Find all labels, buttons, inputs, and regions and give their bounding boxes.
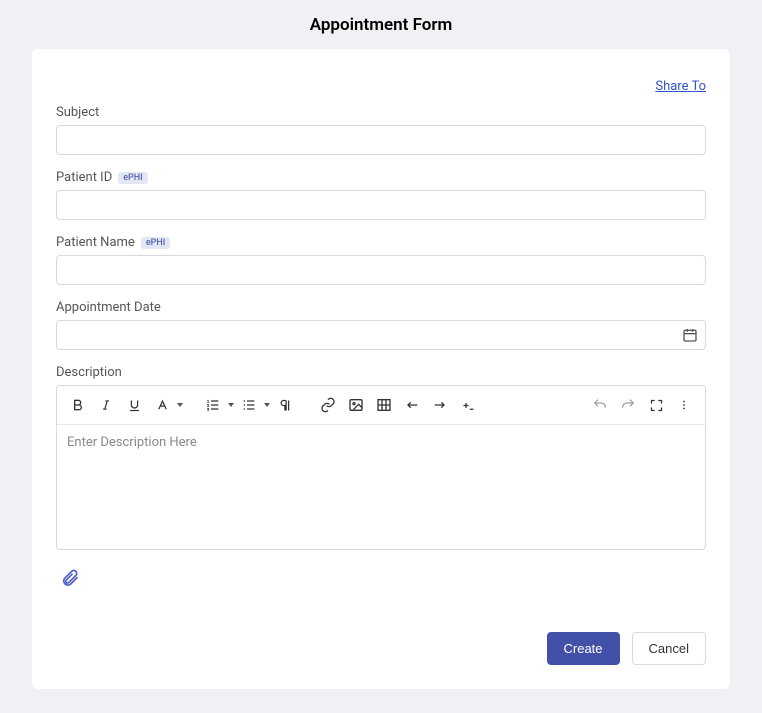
form-footer: Create Cancel — [56, 632, 706, 665]
description-group: Description — [56, 365, 706, 550]
ephi-badge: ePHI — [141, 237, 171, 249]
attachment-button[interactable] — [56, 564, 84, 592]
svg-text:3: 3 — [207, 406, 210, 411]
appointment-date-group: Appointment Date — [56, 300, 706, 350]
chevron-down-icon[interactable] — [228, 403, 234, 407]
patient-name-input[interactable] — [56, 255, 706, 285]
more-button[interactable] — [671, 392, 697, 418]
patient-name-group: Patient Name ePHI — [56, 235, 706, 285]
patient-id-input[interactable] — [56, 190, 706, 220]
table-button[interactable] — [371, 392, 397, 418]
ordered-list-button[interactable]: 123 — [200, 392, 226, 418]
page-title: Appointment Form — [0, 0, 762, 49]
subject-group: Subject — [56, 105, 706, 155]
font-button[interactable] — [149, 392, 175, 418]
create-button[interactable]: Create — [547, 632, 620, 665]
description-label: Description — [56, 365, 122, 380]
outdent-button[interactable] — [399, 392, 425, 418]
underline-button[interactable] — [121, 392, 147, 418]
redo-button[interactable] — [615, 392, 641, 418]
rte-toolbar: 123 — [57, 386, 705, 425]
patient-id-group: Patient ID ePHI — [56, 170, 706, 220]
subject-input[interactable] — [56, 125, 706, 155]
description-input[interactable]: Enter Description Here — [57, 425, 705, 549]
patient-id-label: Patient ID — [56, 170, 112, 185]
separator — [191, 396, 192, 414]
insert-button[interactable] — [455, 392, 481, 418]
subject-label: Subject — [56, 105, 99, 120]
undo-button[interactable] — [587, 392, 613, 418]
separator — [306, 396, 307, 414]
link-button[interactable] — [315, 392, 341, 418]
image-button[interactable] — [343, 392, 369, 418]
unordered-list-button[interactable] — [236, 392, 262, 418]
rich-text-editor: 123 — [56, 385, 706, 550]
calendar-icon[interactable] — [682, 327, 698, 343]
chevron-down-icon[interactable] — [264, 403, 270, 407]
indent-button[interactable] — [427, 392, 453, 418]
fullscreen-button[interactable] — [643, 392, 669, 418]
appointment-date-label: Appointment Date — [56, 300, 161, 315]
share-to-link[interactable]: Share To — [655, 79, 706, 94]
italic-button[interactable] — [93, 392, 119, 418]
cancel-button[interactable]: Cancel — [632, 632, 706, 665]
ephi-badge: ePHI — [118, 172, 148, 184]
paragraph-button[interactable] — [272, 392, 298, 418]
form-card: Share To Subject Patient ID ePHI Patient… — [32, 49, 730, 689]
appointment-date-input[interactable] — [56, 320, 706, 350]
bold-button[interactable] — [65, 392, 91, 418]
chevron-down-icon[interactable] — [177, 403, 183, 407]
patient-name-label: Patient Name — [56, 235, 135, 250]
